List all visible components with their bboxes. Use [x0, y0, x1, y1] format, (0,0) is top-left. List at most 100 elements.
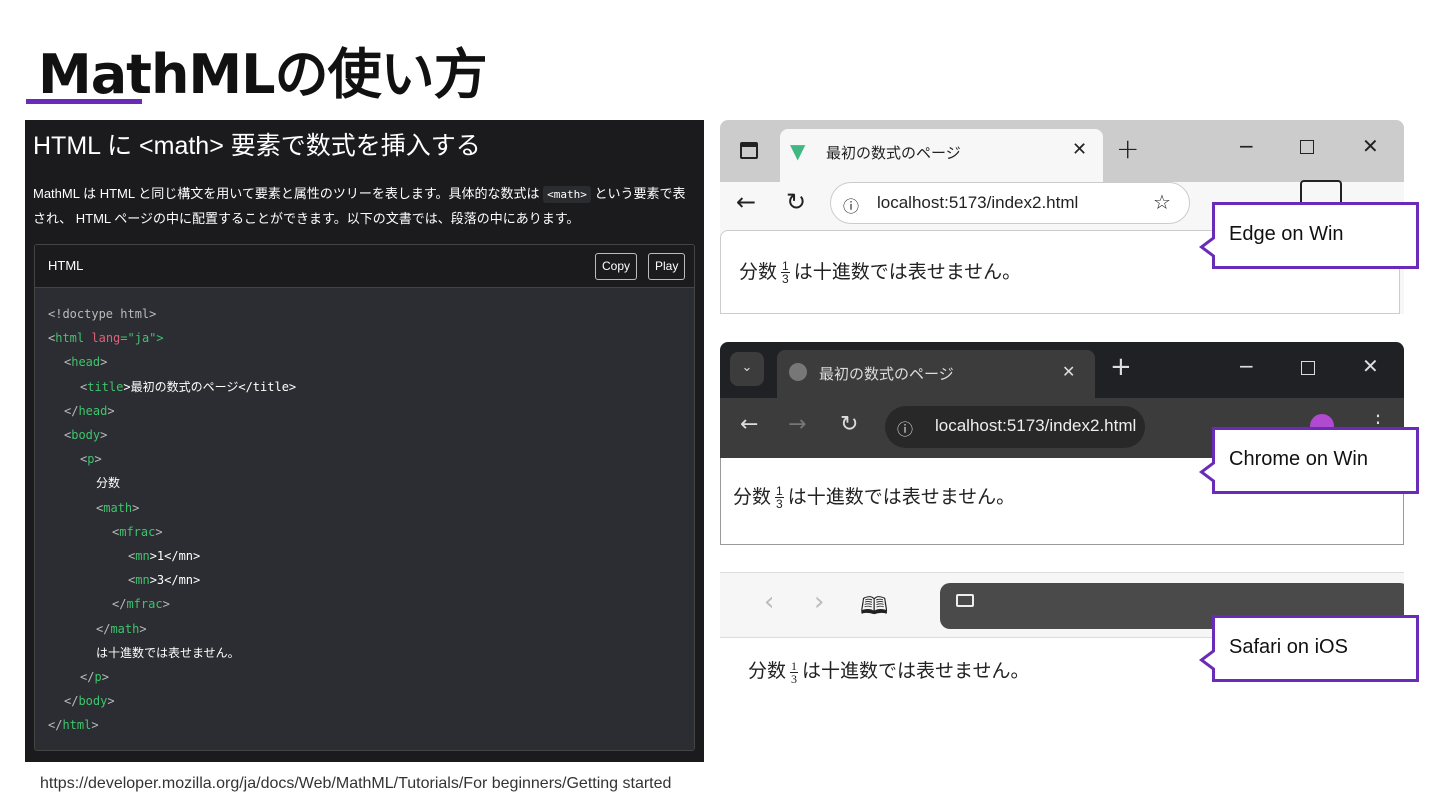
- back-icon[interactable]: ‹: [764, 587, 774, 617]
- refresh-icon[interactable]: ↻: [840, 412, 858, 437]
- copy-button[interactable]: Copy: [595, 253, 638, 280]
- code-token: body: [78, 694, 108, 709]
- code-token: html: [55, 331, 85, 346]
- chrome-tab[interactable]: 最初の数式のページ ✕: [777, 350, 1095, 400]
- code-token: </: [64, 403, 79, 418]
- back-icon[interactable]: ←: [736, 188, 756, 216]
- close-icon[interactable]: ✕: [1362, 134, 1379, 158]
- safari-page: 分数 1 3 は十進数では表せません。: [748, 656, 1029, 685]
- globe-icon: [789, 363, 807, 381]
- code-token: >: [91, 718, 99, 733]
- code-token: >最初の数式のページ</title>: [123, 379, 297, 394]
- code-token: </: [112, 597, 127, 612]
- code-token: </: [64, 694, 79, 709]
- tab-title: 最初の数式のページ: [826, 144, 961, 162]
- code-line: <head>: [48, 350, 681, 374]
- code-line: </p>: [48, 665, 681, 689]
- code-token: math: [103, 500, 133, 515]
- code-line: </mfrac>: [48, 592, 681, 616]
- code-token: >1</mn>: [149, 549, 201, 564]
- info-icon: ⓘ: [897, 420, 914, 439]
- code-token: mn: [135, 573, 150, 588]
- code-token: body: [71, 428, 101, 443]
- info-icon: ⓘ: [843, 197, 860, 216]
- code-token: </: [96, 621, 111, 636]
- code-line: </body>: [48, 689, 681, 713]
- page-text: は十進数では表せません。: [793, 262, 1022, 283]
- tab-close-icon[interactable]: ✕: [1072, 139, 1087, 160]
- code-line: <mn>3</mn>: [48, 568, 681, 592]
- code-token: ="ja">: [120, 331, 164, 346]
- fraction: 13: [775, 485, 784, 510]
- bookmarks-icon[interactable]: 🕮: [860, 589, 888, 630]
- forward-icon[interactable]: ›: [814, 587, 824, 617]
- code-token: >: [94, 452, 102, 467]
- maximize-icon[interactable]: [1300, 140, 1314, 154]
- callout-edge: Edge on Win: [1199, 202, 1419, 269]
- code-example: HTML Copy Play <!doctype html> <html lang…: [34, 244, 695, 751]
- code-line: 分数: [48, 471, 681, 495]
- code-token: head: [78, 403, 108, 418]
- minimize-icon[interactable]: −: [1238, 354, 1255, 378]
- denominator: 3: [776, 497, 783, 512]
- page-text: 分数: [739, 262, 778, 283]
- forward-icon[interactable]: →: [788, 412, 806, 437]
- callout-label: Edge on Win: [1229, 223, 1344, 245]
- code-token: p: [94, 670, 102, 685]
- vue-icon: ▼: [790, 139, 806, 163]
- new-tab-icon[interactable]: +: [1110, 352, 1132, 382]
- close-icon[interactable]: ✕: [1362, 354, 1379, 378]
- back-icon[interactable]: ←: [740, 412, 758, 437]
- code-token: >: [107, 694, 115, 709]
- maximize-icon[interactable]: [1301, 361, 1315, 375]
- mdn-paragraph: MathML は HTML と同じ構文を用いて要素と属性のツリーを表します。具体…: [33, 182, 698, 231]
- code-token: 分数: [96, 476, 121, 491]
- mdn-heading: HTML に <math> 要素で数式を挿入する: [33, 132, 481, 160]
- minimize-icon[interactable]: −: [1238, 134, 1255, 158]
- code-token: mfrac: [126, 597, 163, 612]
- code-token: >: [100, 428, 108, 443]
- inline-code: <math>: [543, 186, 591, 203]
- refresh-icon[interactable]: ↻: [786, 188, 806, 216]
- code-line: </math>: [48, 617, 681, 641]
- code-line: <mfrac>: [48, 520, 681, 544]
- code-line: <p>: [48, 447, 681, 471]
- address-bar[interactable]: ⓘ localhost:5173/index2.html ☆: [830, 182, 1190, 224]
- code-token: >: [101, 670, 109, 685]
- callout-safari: Safari on iOS: [1199, 615, 1419, 682]
- code-line: <mn>1</mn>: [48, 544, 681, 568]
- denominator: 3: [782, 272, 789, 287]
- code-line: <math>: [48, 496, 681, 520]
- title-underline: [26, 99, 142, 104]
- code-token: mn: [135, 549, 150, 564]
- play-button[interactable]: Play: [648, 253, 686, 280]
- page-text: 分数: [733, 487, 772, 508]
- code-token: >: [100, 355, 108, 370]
- tab-close-icon[interactable]: ✕: [1062, 362, 1075, 381]
- code-token: >: [107, 403, 115, 418]
- url-text: localhost:5173/index2.html: [935, 416, 1137, 435]
- code-token: >: [162, 597, 170, 612]
- favorite-icon[interactable]: ☆: [1153, 190, 1171, 214]
- code-line: </head>: [48, 399, 681, 423]
- para-text: MathML は HTML と同じ構文を用いて要素と属性のツリーを表します。具体…: [33, 186, 544, 201]
- code-block: <!doctype html> <html lang="ja"> <head> <ti…: [35, 288, 694, 750]
- tab-search-icon[interactable]: ⌄: [730, 352, 764, 386]
- tab-title: 最初の数式のページ: [819, 365, 954, 383]
- reader-icon[interactable]: [956, 594, 974, 607]
- edge-tab[interactable]: ▼ 最初の数式のページ ✕: [780, 129, 1103, 189]
- code-token: >: [155, 524, 163, 539]
- code-token: >: [139, 621, 147, 636]
- code-token: head: [71, 355, 101, 370]
- sidebar-icon[interactable]: [740, 142, 758, 159]
- url-text: localhost:5173/index2.html: [877, 193, 1079, 212]
- code-language: HTML: [48, 258, 84, 273]
- new-tab-icon[interactable]: +: [1116, 132, 1139, 165]
- callout-chrome: Chrome on Win: [1199, 427, 1419, 494]
- code-line: </html>: [48, 713, 681, 737]
- code-token: title: [87, 379, 124, 394]
- denominator: 3: [791, 672, 798, 687]
- fraction: 13: [781, 260, 790, 285]
- code-line: <!doctype html>: [48, 302, 681, 326]
- address-bar[interactable]: ⓘ localhost:5173/index2.html: [885, 406, 1145, 448]
